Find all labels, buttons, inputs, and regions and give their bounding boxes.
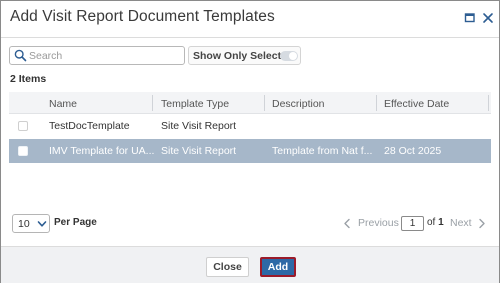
cell-name: IMV Template for UA...: [49, 145, 154, 157]
chevron-down-icon: [37, 221, 47, 227]
dialog-footer: Close Add: [1, 246, 499, 283]
page-number-input[interactable]: 1: [401, 216, 424, 231]
dialog-title: Add Visit Report Document Templates: [10, 8, 275, 25]
cell-template-type: Site Visit Report: [161, 120, 237, 132]
total-pages: 1: [438, 217, 444, 228]
close-icon[interactable]: [482, 12, 494, 24]
show-only-selected-filter[interactable]: Show Only Selected: [188, 46, 301, 65]
table-header: Name Template Type Description Effective…: [9, 92, 491, 114]
previous-button[interactable]: Previous: [358, 217, 399, 229]
chevron-right-icon[interactable]: [477, 218, 487, 229]
search-icon: [14, 49, 27, 62]
page-size-select[interactable]: 10: [12, 214, 50, 233]
header-divider: [1, 37, 499, 38]
column-divider: [264, 95, 265, 111]
column-header-description[interactable]: Description: [272, 98, 325, 110]
add-templates-dialog: Add Visit Report Document Templates Show…: [0, 0, 500, 283]
column-header-template-type[interactable]: Template Type: [161, 98, 229, 110]
items-count: 2 Items: [10, 73, 47, 85]
per-page-label: Per Page: [54, 217, 97, 228]
table-row[interactable]: TestDocTemplate Site Visit Report: [9, 114, 491, 138]
table-row-selected[interactable]: IMV Template for UA... Site Visit Report…: [9, 139, 491, 163]
close-button[interactable]: Close: [206, 257, 249, 277]
row-checkbox[interactable]: [18, 121, 28, 131]
search-box[interactable]: [9, 46, 185, 65]
maximize-icon[interactable]: [464, 12, 476, 24]
cell-template-type: Site Visit Report: [161, 145, 237, 157]
page-size-value: 10: [18, 218, 30, 230]
chevron-left-icon[interactable]: [342, 218, 352, 229]
toggle-knob: [289, 52, 297, 60]
add-button[interactable]: Add: [260, 257, 296, 277]
column-header-effective-date[interactable]: Effective Date: [384, 98, 449, 110]
cell-description: Template from Nat f...: [272, 145, 372, 157]
column-divider: [488, 95, 489, 111]
row-checkbox[interactable]: [18, 146, 28, 156]
dialog-header: Add Visit Report Document Templates: [1, 1, 499, 37]
cell-name: TestDocTemplate: [49, 120, 130, 132]
show-only-selected-toggle[interactable]: [280, 51, 298, 61]
show-only-selected-label: Show Only Selected: [193, 50, 294, 62]
column-divider: [376, 95, 377, 111]
cell-effective-date: 28 Oct 2025: [384, 145, 442, 157]
page-total-label: of 1: [427, 217, 444, 228]
column-header-name[interactable]: Name: [49, 98, 77, 110]
of-label: of: [427, 217, 436, 228]
search-input[interactable]: [29, 48, 179, 63]
column-divider: [152, 95, 153, 111]
next-button[interactable]: Next: [450, 217, 472, 229]
